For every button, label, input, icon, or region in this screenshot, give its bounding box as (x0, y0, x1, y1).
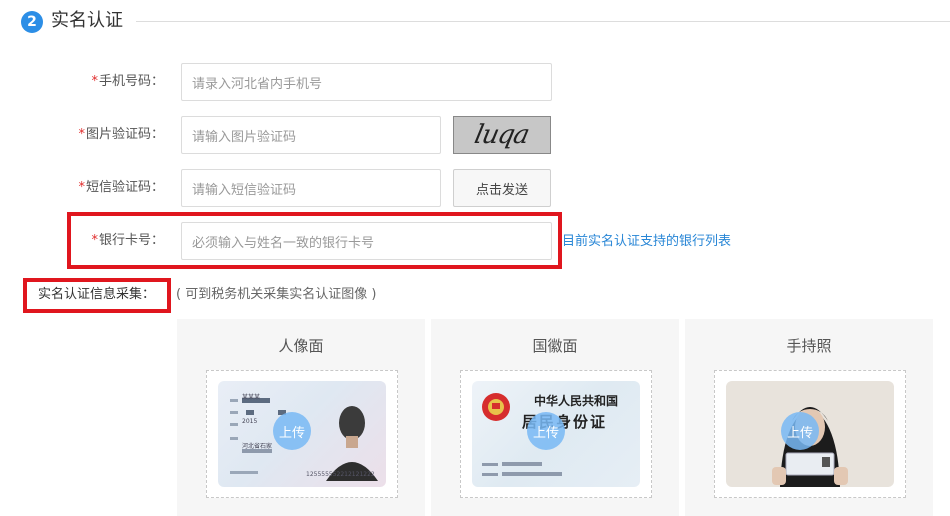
required-mark: * (78, 180, 85, 195)
phone-label: *手机号码： (0, 74, 164, 90)
upload-button[interactable]: 上传 (781, 412, 819, 450)
section-divider (136, 21, 950, 22)
panel-title: 国徽面 (532, 337, 578, 355)
captcha-label-text: 图片验证码： (85, 127, 164, 142)
upload-dropzone[interactable]: 中华人民共和国 居民身份证 上传 (460, 370, 652, 498)
collect-label: 实名认证信息采集： (38, 287, 156, 302)
sms-label: *短信验证码： (0, 180, 164, 196)
sms-label-text: 短信验证码： (85, 180, 164, 195)
card-name: 某某某 (242, 394, 261, 401)
step-number-badge: 2 (21, 11, 43, 33)
captcha-image[interactable]: luqa (453, 116, 551, 154)
supported-banks-link[interactable]: 目前实名认证支持的银行列表 (562, 234, 731, 250)
captcha-label: *图片验证码： (0, 127, 164, 143)
phone-label-text: 手机号码： (98, 74, 164, 89)
panel-title: 人像面 (278, 337, 324, 355)
section-title: 实名认证 (51, 10, 123, 31)
panel-title: 手持照 (786, 337, 832, 355)
card-year: 2015 (242, 418, 258, 425)
upload-button[interactable]: 上传 (273, 412, 311, 450)
upload-dropzone[interactable]: 2015 某某某 河北省石家 125555552212121222 上传 (206, 370, 398, 498)
captcha-input[interactable]: 请输入图片验证码 (181, 116, 441, 154)
sms-code-input[interactable]: 请输入短信验证码 (181, 169, 441, 207)
upload-panel-portrait: 人像面 2015 某某某 河北省石家 125555552212121222 上传 (177, 319, 425, 516)
upload-panel-handheld: 手持照 上传 (685, 319, 933, 516)
bank-card-input[interactable]: 必须输入与姓名一致的银行卡号 (181, 222, 552, 260)
card-address: 河北省石家 (242, 443, 273, 450)
bank-label-text: 银行卡号： (98, 233, 164, 248)
card-country: 中华人民共和国 (534, 394, 619, 408)
captcha-text: luqa (472, 120, 532, 150)
upload-dropzone[interactable]: 上传 (714, 370, 906, 498)
bank-label: *银行卡号： (0, 233, 164, 249)
card-number: 125555552212121222 (306, 471, 375, 478)
send-sms-button[interactable]: 点击发送 (453, 169, 551, 207)
phone-input[interactable]: 请录入河北省内手机号 (181, 63, 552, 101)
upload-panel-emblem: 国徽面 中华人民共和国 居民身份证 上传 (431, 319, 679, 516)
upload-button[interactable]: 上传 (527, 412, 565, 450)
required-mark: * (91, 233, 98, 248)
required-mark: * (78, 127, 85, 142)
required-mark: * (91, 74, 98, 89)
collect-note: ( 可到税务机关采集实名认证图像 ) (176, 287, 377, 302)
